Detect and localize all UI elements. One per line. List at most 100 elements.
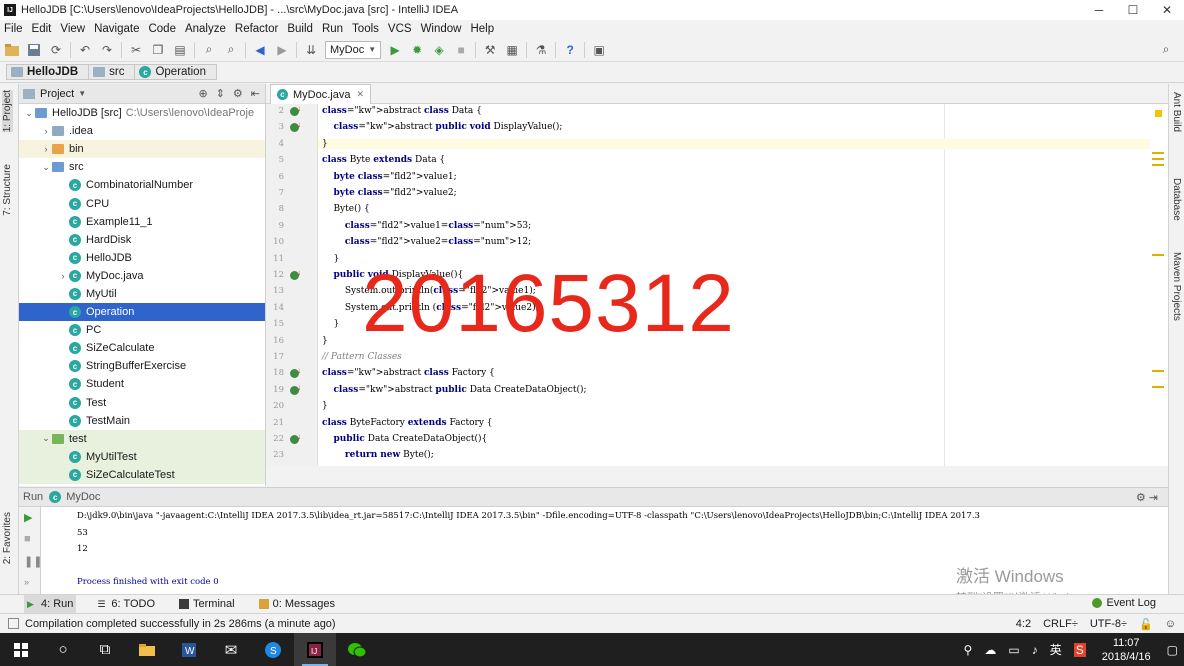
- code-line[interactable]: class Byte extends Data {: [322, 155, 445, 165]
- file-explorer-icon[interactable]: [126, 633, 168, 666]
- run-configuration-select[interactable]: MyDoc ▼: [325, 40, 382, 59]
- undo-icon[interactable]: ↶: [77, 42, 93, 58]
- chevron-down-icon[interactable]: ▼: [78, 89, 86, 98]
- tree-item[interactable]: ⌄ test: [19, 429, 265, 448]
- code-line[interactable]: byte class="fld2">value2;: [322, 188, 456, 198]
- tree-item[interactable]: › c MyDoc.java: [19, 267, 265, 285]
- menu-help[interactable]: Help: [470, 23, 494, 35]
- code-line[interactable]: }: [318, 138, 1168, 149]
- wechat-icon[interactable]: [336, 633, 378, 666]
- tree-item[interactable]: c CombinatorialNumber: [19, 176, 265, 194]
- maximize-button[interactable]: ☐: [1116, 0, 1150, 20]
- code-line[interactable]: }: [322, 401, 328, 411]
- tree-item[interactable]: c Operation: [19, 303, 265, 322]
- project-tool-tab[interactable]: 1: Project: [2, 90, 13, 133]
- cloud-icon[interactable]: ☁: [984, 643, 996, 657]
- tree-item[interactable]: c SiZeCalculate: [19, 339, 265, 357]
- ime-indicator[interactable]: 英: [1050, 641, 1062, 658]
- event-log-button[interactable]: Event Log: [1092, 597, 1156, 609]
- tree-item[interactable]: c Test: [19, 394, 265, 412]
- menu-window[interactable]: Window: [421, 23, 462, 35]
- warning-marker-icon[interactable]: [1155, 110, 1162, 117]
- tree-item[interactable]: c CPU: [19, 194, 265, 212]
- code-line[interactable]: public Data CreateDataObject(){: [322, 434, 487, 444]
- menu-view[interactable]: View: [60, 23, 85, 35]
- code-line[interactable]: }: [322, 336, 328, 346]
- notifications-icon[interactable]: ▢: [1167, 643, 1178, 657]
- breadcrumb-operation[interactable]: c Operation: [134, 64, 217, 80]
- tree-item[interactable]: c SiZeCalculateTest: [19, 465, 265, 484]
- help-icon[interactable]: ?: [562, 42, 578, 58]
- clock[interactable]: 11:07 2018/4/16: [1102, 636, 1151, 664]
- search-icon[interactable]: ⌕: [1158, 42, 1174, 58]
- project-panel-title[interactable]: Project: [40, 88, 74, 100]
- caret-position[interactable]: 4:2: [1016, 618, 1031, 630]
- code-line[interactable]: }: [322, 319, 339, 329]
- tree-item[interactable]: ⌄ src: [19, 158, 265, 176]
- hide-panel-icon[interactable]: ⇤: [251, 87, 260, 100]
- task-view-icon[interactable]: ⧉: [84, 633, 126, 666]
- sogou-ime-icon[interactable]: S: [1073, 642, 1086, 657]
- menu-build[interactable]: Build: [287, 23, 313, 35]
- code-line[interactable]: class="kw">abstract class Factory {: [322, 368, 495, 378]
- tab-run[interactable]: ▶ 4: Run: [24, 594, 77, 614]
- tree-item[interactable]: › bin: [19, 140, 265, 159]
- favorites-tool-tab[interactable]: 2: Favorites: [2, 512, 13, 564]
- code-line[interactable]: }: [322, 254, 339, 264]
- code-line[interactable]: class="kw">abstract public void DisplayV…: [322, 122, 562, 132]
- stop-icon[interactable]: ■: [453, 42, 469, 58]
- collapse-icon[interactable]: ⇕: [216, 87, 225, 100]
- code-line[interactable]: class="fld2">value1=class="num">53;: [322, 221, 531, 231]
- stop-icon[interactable]: ■: [24, 533, 31, 545]
- tree-item[interactable]: › .idea: [19, 122, 265, 140]
- menu-tools[interactable]: Tools: [352, 23, 379, 35]
- chevron-down-icon[interactable]: ⌄: [40, 162, 52, 173]
- find-icon[interactable]: ⌕: [201, 42, 217, 58]
- tree-item[interactable]: c TestMain: [19, 412, 265, 430]
- tree-item[interactable]: c PC: [19, 321, 265, 339]
- windows-start-icon[interactable]: [0, 633, 42, 666]
- breadcrumb-project[interactable]: HelloJDB: [6, 64, 90, 80]
- search-icon[interactable]: ○: [42, 633, 84, 666]
- tab-mydoc[interactable]: c MyDoc.java ✕: [270, 84, 372, 104]
- close-window-button[interactable]: ✕: [1150, 0, 1184, 20]
- gear-icon[interactable]: ⚙: [1136, 492, 1146, 504]
- tree-item[interactable]: c Student: [19, 375, 265, 393]
- chevron-down-icon[interactable]: ⌄: [40, 433, 52, 444]
- project-structure-icon[interactable]: ▦: [504, 42, 520, 58]
- replace-icon[interactable]: ⌕: [223, 42, 239, 58]
- tree-item[interactable]: c HelloJDB: [19, 249, 265, 267]
- code-line[interactable]: byte class="fld2">value1;: [322, 172, 456, 182]
- coverage-icon[interactable]: ◈: [431, 42, 447, 58]
- code-line[interactable]: class="kw">abstract public Data CreateDa…: [322, 385, 586, 395]
- tree-item[interactable]: c HardDisk: [19, 231, 265, 249]
- rerun-icon[interactable]: ▶: [24, 511, 32, 524]
- network-icon[interactable]: ▭: [1008, 643, 1019, 657]
- settings-icon[interactable]: ⚒: [482, 42, 498, 58]
- sogou-icon[interactable]: S: [252, 633, 294, 666]
- debug-icon[interactable]: ✹: [409, 42, 425, 58]
- database-tab[interactable]: Database: [1171, 178, 1182, 221]
- terminal-icon[interactable]: ▣: [591, 42, 607, 58]
- copy-icon[interactable]: ❐: [150, 42, 166, 58]
- save-icon[interactable]: [26, 42, 42, 58]
- paste-icon[interactable]: ▤: [172, 42, 188, 58]
- menu-file[interactable]: File: [4, 23, 23, 35]
- menu-analyze[interactable]: Analyze: [185, 23, 226, 35]
- menu-refactor[interactable]: Refactor: [235, 23, 278, 35]
- ant-build-tab[interactable]: Ant Build: [1171, 92, 1182, 132]
- cut-icon[interactable]: ✂: [128, 42, 144, 58]
- code-line[interactable]: // Pattern Classes: [322, 352, 402, 362]
- toggle-panels-icon[interactable]: [8, 618, 19, 629]
- volume-icon[interactable]: ♪: [1032, 643, 1038, 657]
- maven-projects-tab[interactable]: Maven Projects: [1171, 252, 1182, 321]
- editor-scroll-markers[interactable]: [1150, 104, 1168, 466]
- expand-icon[interactable]: »: [24, 577, 29, 587]
- code-line[interactable]: class ByteFactory extends Factory {: [322, 418, 493, 428]
- breadcrumb-src[interactable]: src: [88, 64, 136, 80]
- forward-arrow-icon[interactable]: ▶: [274, 42, 290, 58]
- pause-icon[interactable]: ❚❚: [24, 555, 42, 568]
- tab-terminal[interactable]: Terminal: [176, 595, 238, 614]
- menu-code[interactable]: Code: [148, 23, 176, 35]
- tree-item[interactable]: c Example11_1: [19, 213, 265, 231]
